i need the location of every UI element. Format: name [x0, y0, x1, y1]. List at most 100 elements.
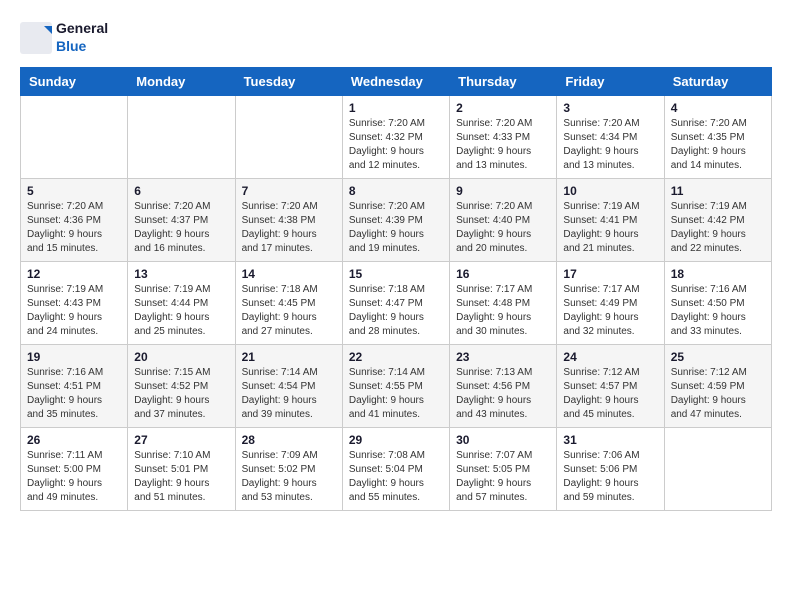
weekday-header-monday: Monday [128, 67, 235, 95]
week-row-3: 12 Sunrise: 7:19 AM Sunset: 4:43 PM Dayli… [21, 261, 772, 344]
day-cell: 12 Sunrise: 7:19 AM Sunset: 4:43 PM Dayli… [21, 261, 128, 344]
logo-svg [20, 22, 52, 54]
day-number: 20 [134, 350, 228, 364]
day-number: 28 [242, 433, 336, 447]
day-cell: 1 Sunrise: 7:20 AM Sunset: 4:32 PM Daylig… [342, 95, 449, 178]
day-cell [664, 427, 771, 510]
day-cell: 10 Sunrise: 7:19 AM Sunset: 4:41 PM Dayli… [557, 178, 664, 261]
weekday-header-friday: Friday [557, 67, 664, 95]
day-cell: 29 Sunrise: 7:08 AM Sunset: 5:04 PM Dayli… [342, 427, 449, 510]
weekday-header-thursday: Thursday [450, 67, 557, 95]
day-cell: 22 Sunrise: 7:14 AM Sunset: 4:55 PM Dayli… [342, 344, 449, 427]
day-cell: 5Sunrise: 7:20 AM Sunset: 4:36 PM Daylig… [21, 178, 128, 261]
day-number: 1 [349, 101, 443, 115]
day-number: 19 [27, 350, 121, 364]
day-cell [235, 95, 342, 178]
day-info: Sunrise: 7:20 AM Sunset: 4:39 PM Dayligh… [349, 200, 443, 256]
day-info: Sunrise: 7:19 AM Sunset: 4:41 PM Dayligh… [563, 200, 657, 256]
day-cell: 31 Sunrise: 7:06 AM Sunset: 5:06 PM Dayli… [557, 427, 664, 510]
day-cell: 15 Sunrise: 7:18 AM Sunset: 4:47 PM Dayli… [342, 261, 449, 344]
day-number: 6 [134, 184, 228, 198]
week-row-4: 19Sunrise: 7:16 AM Sunset: 4:51 PM Dayli… [21, 344, 772, 427]
day-info: Sunrise: 7:20 AM Sunset: 4:38 PM Dayligh… [242, 200, 336, 256]
week-row-5: 26 Sunrise: 7:11 AM Sunset: 5:00 PM Dayli… [21, 427, 772, 510]
day-number: 24 [563, 350, 657, 364]
day-number: 13 [134, 267, 228, 281]
day-info: Sunrise: 7:12 AM Sunset: 4:57 PM Dayligh… [563, 366, 657, 422]
day-cell [128, 95, 235, 178]
day-number: 10 [563, 184, 657, 198]
day-cell: 27Sunrise: 7:10 AM Sunset: 5:01 PM Dayli… [128, 427, 235, 510]
day-info: Sunrise: 7:08 AM Sunset: 5:04 PM Dayligh… [349, 449, 443, 505]
day-info: Sunrise: 7:18 AM Sunset: 4:45 PM Dayligh… [242, 283, 336, 339]
day-number: 11 [671, 184, 765, 198]
day-number: 8 [349, 184, 443, 198]
day-cell: 20 Sunrise: 7:15 AM Sunset: 4:52 PM Dayli… [128, 344, 235, 427]
day-number: 15 [349, 267, 443, 281]
page: General Blue SundayMondayTuesdayWednesda… [0, 0, 792, 521]
day-cell: 8 Sunrise: 7:20 AM Sunset: 4:39 PM Daylig… [342, 178, 449, 261]
day-info: Sunrise: 7:06 AM Sunset: 5:06 PM Dayligh… [563, 449, 657, 505]
day-info: Sunrise: 7:19 AM Sunset: 4:43 PM Dayligh… [27, 283, 121, 339]
day-cell: 30Sunrise: 7:07 AM Sunset: 5:05 PM Dayli… [450, 427, 557, 510]
day-cell [21, 95, 128, 178]
day-cell: 17Sunrise: 7:17 AM Sunset: 4:49 PM Dayli… [557, 261, 664, 344]
weekday-header-wednesday: Wednesday [342, 67, 449, 95]
day-number: 27 [134, 433, 228, 447]
day-number: 4 [671, 101, 765, 115]
day-number: 26 [27, 433, 121, 447]
day-number: 22 [349, 350, 443, 364]
day-cell: 2Sunrise: 7:20 AM Sunset: 4:33 PM Daylig… [450, 95, 557, 178]
day-info: Sunrise: 7:13 AM Sunset: 4:56 PM Dayligh… [456, 366, 550, 422]
day-info: Sunrise: 7:18 AM Sunset: 4:47 PM Dayligh… [349, 283, 443, 339]
day-cell: 21Sunrise: 7:14 AM Sunset: 4:54 PM Dayli… [235, 344, 342, 427]
week-row-2: 5Sunrise: 7:20 AM Sunset: 4:36 PM Daylig… [21, 178, 772, 261]
day-cell: 24 Sunrise: 7:12 AM Sunset: 4:57 PM Dayli… [557, 344, 664, 427]
day-number: 31 [563, 433, 657, 447]
day-number: 9 [456, 184, 550, 198]
day-cell: 26 Sunrise: 7:11 AM Sunset: 5:00 PM Dayli… [21, 427, 128, 510]
day-number: 17 [563, 267, 657, 281]
day-info: Sunrise: 7:20 AM Sunset: 4:32 PM Dayligh… [349, 117, 443, 173]
day-number: 14 [242, 267, 336, 281]
day-cell: 9 Sunrise: 7:20 AM Sunset: 4:40 PM Daylig… [450, 178, 557, 261]
day-info: Sunrise: 7:20 AM Sunset: 4:36 PM Dayligh… [27, 200, 121, 256]
day-number: 25 [671, 350, 765, 364]
day-number: 12 [27, 267, 121, 281]
day-cell: 11 Sunrise: 7:19 AM Sunset: 4:42 PM Dayli… [664, 178, 771, 261]
day-cell: 4 Sunrise: 7:20 AM Sunset: 4:35 PM Daylig… [664, 95, 771, 178]
day-info: Sunrise: 7:14 AM Sunset: 4:55 PM Dayligh… [349, 366, 443, 422]
day-info: Sunrise: 7:20 AM Sunset: 4:40 PM Dayligh… [456, 200, 550, 256]
day-cell: 6 Sunrise: 7:20 AM Sunset: 4:37 PM Daylig… [128, 178, 235, 261]
day-number: 18 [671, 267, 765, 281]
day-info: Sunrise: 7:11 AM Sunset: 5:00 PM Dayligh… [27, 449, 121, 505]
day-cell: 28Sunrise: 7:09 AM Sunset: 5:02 PM Dayli… [235, 427, 342, 510]
day-cell: 23 Sunrise: 7:13 AM Sunset: 4:56 PM Dayli… [450, 344, 557, 427]
day-info: Sunrise: 7:20 AM Sunset: 4:35 PM Dayligh… [671, 117, 765, 173]
day-info: Sunrise: 7:16 AM Sunset: 4:50 PM Dayligh… [671, 283, 765, 339]
day-info: Sunrise: 7:12 AM Sunset: 4:59 PM Dayligh… [671, 366, 765, 422]
day-number: 21 [242, 350, 336, 364]
day-cell: 14 Sunrise: 7:18 AM Sunset: 4:45 PM Dayli… [235, 261, 342, 344]
day-cell: 18 Sunrise: 7:16 AM Sunset: 4:50 PM Dayli… [664, 261, 771, 344]
logo-general-text: General [56, 20, 108, 36]
day-cell: 3Sunrise: 7:20 AM Sunset: 4:34 PM Daylig… [557, 95, 664, 178]
header: General Blue [20, 20, 772, 57]
day-info: Sunrise: 7:20 AM Sunset: 4:37 PM Dayligh… [134, 200, 228, 256]
calendar: SundayMondayTuesdayWednesdayThursdayFrid… [20, 67, 772, 511]
weekday-header-sunday: Sunday [21, 67, 128, 95]
day-info: Sunrise: 7:15 AM Sunset: 4:52 PM Dayligh… [134, 366, 228, 422]
day-info: Sunrise: 7:17 AM Sunset: 4:48 PM Dayligh… [456, 283, 550, 339]
day-info: Sunrise: 7:20 AM Sunset: 4:34 PM Dayligh… [563, 117, 657, 173]
day-number: 16 [456, 267, 550, 281]
day-number: 30 [456, 433, 550, 447]
day-number: 29 [349, 433, 443, 447]
day-info: Sunrise: 7:20 AM Sunset: 4:33 PM Dayligh… [456, 117, 550, 173]
day-number: 23 [456, 350, 550, 364]
day-cell: 13Sunrise: 7:19 AM Sunset: 4:44 PM Dayli… [128, 261, 235, 344]
day-info: Sunrise: 7:19 AM Sunset: 4:42 PM Dayligh… [671, 200, 765, 256]
day-cell: 16 Sunrise: 7:17 AM Sunset: 4:48 PM Dayli… [450, 261, 557, 344]
logo-blue-text: Blue [56, 38, 86, 54]
logo: General Blue [20, 20, 108, 57]
weekday-header-saturday: Saturday [664, 67, 771, 95]
